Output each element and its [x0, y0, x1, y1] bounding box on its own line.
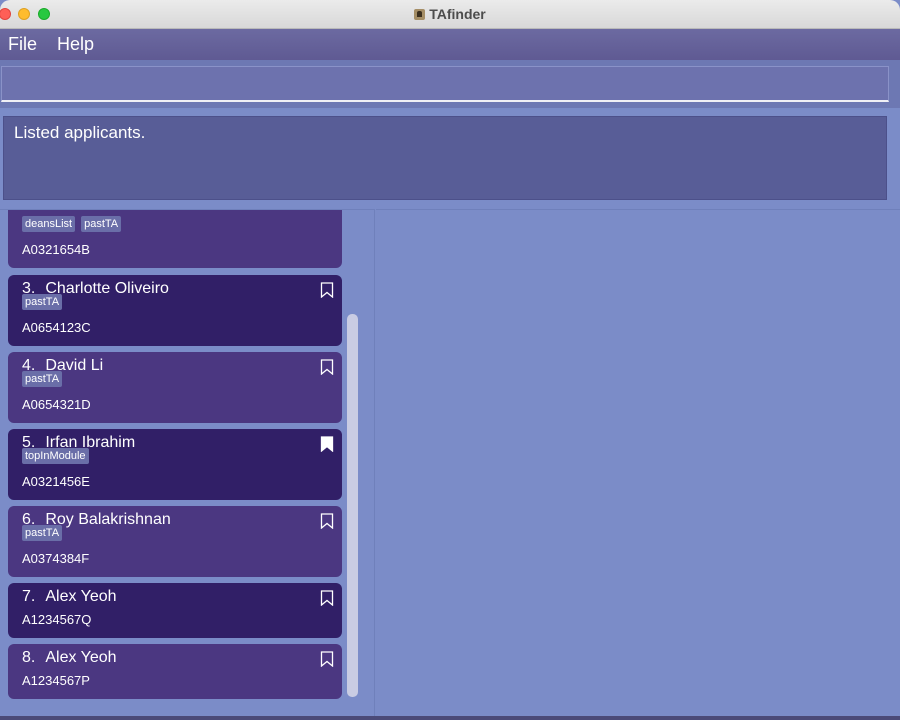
window-title: TAfinder [429, 6, 486, 22]
applicant-card[interactable]: 7. Alex Yeoh A1234567Q [8, 583, 342, 638]
result-display-area: Listed applicants. [0, 108, 900, 208]
applicant-name-text: Roy Balakrishnan [45, 511, 171, 528]
applicant-student-id: A1234567Q [22, 612, 92, 627]
applicant-student-id: A1234567P [22, 673, 90, 688]
applicant-student-id: A0654123C [22, 320, 91, 335]
applicant-detail-panel [376, 209, 900, 716]
applicant-card[interactable]: 4. David Li pastTA A0654321D [8, 352, 342, 423]
result-message: Listed applicants. [14, 123, 146, 142]
applicant-card[interactable]: 6. Roy Balakrishnan pastTA A0374384F [8, 506, 342, 577]
bookmark-outline-icon[interactable] [320, 590, 334, 606]
bookmark-outline-icon[interactable] [320, 651, 334, 667]
applicant-student-id: A0321456E [22, 474, 90, 489]
applicant-tags: pastTA [22, 525, 63, 541]
applicant-tag: pastTA [22, 525, 63, 541]
applicant-tag: topInModule [22, 448, 89, 464]
applicant-card[interactable]: 8. Alex Yeoh A1234567P [8, 644, 342, 699]
result-display: Listed applicants. [3, 116, 887, 200]
list-scrollbar[interactable] [347, 314, 358, 697]
applicant-tags: pastTA [22, 371, 63, 387]
applicant-student-id: A0321654B [22, 242, 90, 257]
applicant-tags: deansList pastTA [22, 216, 122, 232]
window-titlebar: TAfinder [0, 0, 900, 29]
bookmark-outline-icon[interactable] [320, 282, 334, 298]
bookmark-outline-icon[interactable] [320, 513, 334, 529]
menu-file[interactable]: File [8, 34, 37, 55]
applicant-name-text: Alex Yeoh [45, 588, 117, 605]
applicant-tag: pastTA [22, 294, 63, 310]
applicant-tag: deansList [22, 216, 76, 232]
applicant-index: 8. [22, 649, 36, 666]
command-input[interactable] [1, 66, 889, 102]
applicant-list-panel[interactable]: deansList pastTA A0321654B 3. Charlotte Oliv… [0, 209, 375, 716]
window-title-wrap: TAfinder [0, 6, 900, 22]
bookmark-outline-icon[interactable] [320, 359, 334, 375]
applicant-name-text: Charlotte Oliveiro [45, 280, 169, 297]
applicant-name-text: Alex Yeoh [45, 649, 117, 666]
applicant-student-id: A0374384F [22, 551, 90, 566]
applicant-tags: pastTA [22, 294, 63, 310]
applicant-student-id: A0654321D [22, 397, 91, 412]
menu-bar: File Help [0, 29, 900, 60]
applicant-card[interactable]: deansList pastTA A0321654B [8, 210, 342, 268]
menu-help[interactable]: Help [57, 34, 94, 55]
applicant-tag: pastTA [81, 216, 122, 232]
status-bar [0, 716, 900, 720]
applicant-card[interactable]: 5. Irfan Ibrahim topInModule A0321456E [8, 429, 342, 500]
applicant-index: 7. [22, 588, 36, 605]
app-icon [414, 9, 426, 20]
applicant-name: 8. Alex Yeoh [22, 649, 117, 667]
bookmark-filled-icon[interactable] [320, 436, 334, 452]
command-box-area [0, 60, 900, 108]
applicant-card[interactable]: 3. Charlotte Oliveiro pastTA A0654123C [8, 275, 342, 346]
applicant-tag: pastTA [22, 371, 63, 387]
applicant-tags: topInModule [22, 448, 89, 464]
applicant-name: 7. Alex Yeoh [22, 588, 117, 606]
